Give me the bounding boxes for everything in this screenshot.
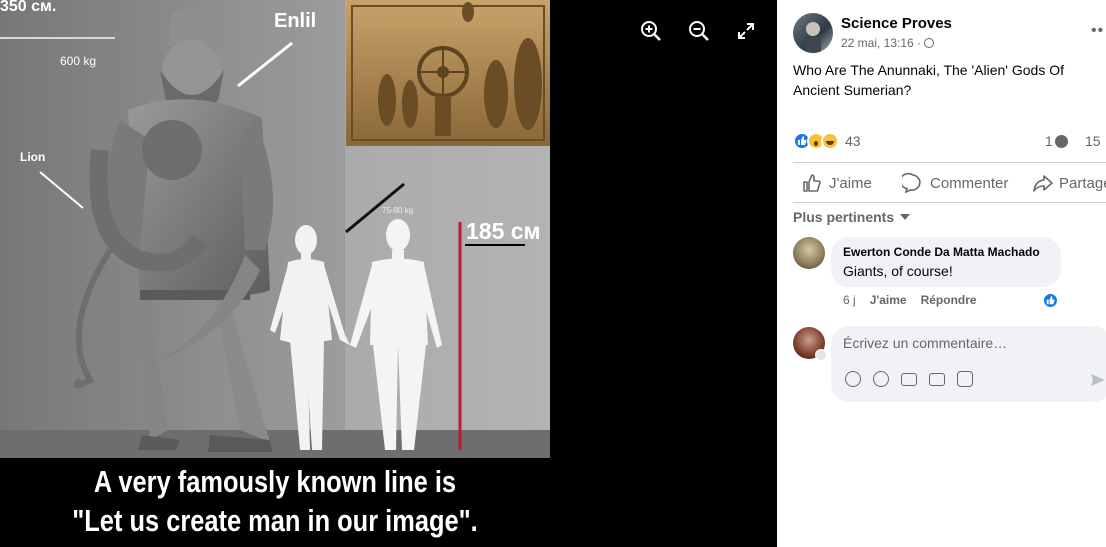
post-timestamp[interactable]: 22 mai, 13:16 · (841, 36, 935, 50)
height-label-350: 350 см. (0, 0, 57, 15)
more-icon[interactable]: •• (1091, 22, 1104, 40)
zoom-in-icon[interactable] (640, 20, 662, 42)
globe-icon (924, 38, 935, 48)
comment-like-reaction-icon[interactable] (1042, 292, 1059, 309)
comment-age[interactable]: 6 j (843, 293, 856, 307)
thumbs-up-icon (803, 174, 821, 192)
comment-sort-dropdown[interactable]: Plus pertinents (793, 209, 911, 225)
stone-tablet (346, 0, 550, 146)
send-icon[interactable] (1089, 371, 1106, 394)
lion-label: Lion (20, 150, 46, 164)
post-panel: Science Proves 22 mai, 13:16 · •• Who Ar… (777, 0, 1106, 547)
chevron-down-icon[interactable] (815, 349, 827, 361)
comment-bubble: Ewerton Conde Da Matta Machado Giants, o… (831, 237, 1061, 287)
caption-line-2: "Let us create man in our image". (72, 503, 478, 538)
caption-line-1: A very famously known line is (93, 464, 457, 499)
comments-count-value: 1 (1045, 133, 1053, 149)
comment-icon (902, 172, 921, 194)
share-icon (1033, 175, 1053, 192)
divider (793, 202, 1106, 203)
weight-label-600: 600 kg (60, 54, 97, 68)
comment-text: Giants, of course! (843, 263, 953, 279)
share-button[interactable]: Partager (1032, 171, 1106, 195)
enlil-label: Enlil (274, 10, 317, 32)
composer-toolbar (845, 371, 973, 387)
gif-icon[interactable] (929, 372, 945, 386)
sort-label: Plus pertinents (793, 209, 895, 225)
comment-author[interactable]: Ewerton Conde Da Matta Machado (843, 245, 1040, 259)
camera-icon[interactable] (901, 372, 917, 386)
comment-reply-link[interactable]: Répondre (921, 293, 977, 307)
reactions-count: 43 (845, 133, 861, 149)
reaction-summary[interactable]: 43 (793, 131, 861, 151)
like-label: J'aime (829, 174, 872, 192)
comments-count[interactable]: 1 (1045, 133, 1068, 149)
sticker-icon[interactable] (957, 371, 973, 387)
caret-down-icon (900, 214, 911, 220)
commenter-avatar[interactable] (793, 237, 825, 269)
timestamp-text[interactable]: 22 mai, 13:16 · (841, 36, 921, 50)
post-text: Who Are The Anunnaki, The 'Alien' Gods O… (793, 62, 1064, 98)
media-viewer: 350 см. 600 kg Enlil Lion 75-80 kg 185 с… (0, 0, 777, 547)
like-button[interactable]: J'aime (801, 171, 872, 195)
author-avatar[interactable] (793, 13, 833, 53)
comment-input[interactable]: Écrivez un commentaire… (843, 335, 1007, 351)
emoji-icon[interactable] (873, 371, 889, 387)
shares-count[interactable]: 15 (1085, 133, 1101, 149)
divider (793, 162, 1106, 163)
comment-bubble-icon (1054, 134, 1068, 148)
post-photo[interactable]: 350 см. 600 kg Enlil Lion 75-80 kg 185 с… (0, 0, 550, 458)
comment-composer[interactable]: Écrivez un commentaire… (831, 326, 1106, 402)
fullscreen-icon[interactable] (737, 22, 755, 40)
comment-actions: 6 j J'aime Répondre (843, 293, 977, 307)
avatar-sticker-icon[interactable] (845, 371, 861, 387)
author-name[interactable]: Science Proves (841, 15, 952, 32)
haha-reaction-icon (821, 132, 839, 150)
comment-button[interactable]: Commenter (902, 171, 1008, 195)
human-height-label: 185 см (466, 218, 541, 244)
photo-viewer-window: 350 см. 600 kg Enlil Lion 75-80 kg 185 с… (0, 0, 1106, 547)
human-weight-label: 75-80 kg (382, 206, 414, 215)
share-label: Partager (1059, 174, 1106, 192)
comment-like-link[interactable]: J'aime (870, 293, 907, 307)
comment-label: Commenter (930, 174, 1009, 192)
video-caption: A very famously known line is "Let us cr… (49, 458, 501, 547)
zoom-out-icon[interactable] (688, 20, 710, 42)
